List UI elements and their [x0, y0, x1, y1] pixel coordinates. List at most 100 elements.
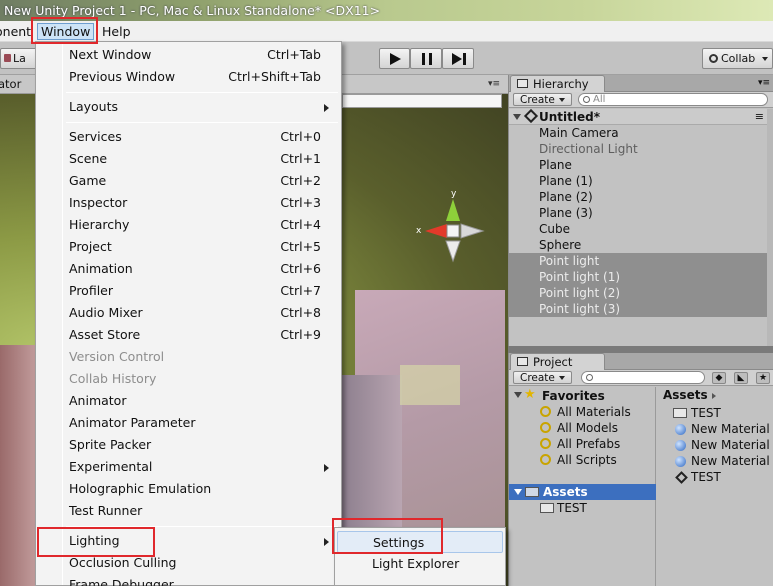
hierarchy-item[interactable]: Plane	[509, 157, 773, 173]
asset-item[interactable]: TEST	[691, 469, 721, 485]
panel-menu-icon[interactable]: ≡	[755, 109, 764, 125]
pause-button[interactable]	[410, 48, 442, 69]
hierarchy-panel: Hierarchy ▾≡ Create All Untitled* ≡ Main…	[508, 75, 773, 346]
search-icon	[540, 406, 551, 417]
panel-menu-icon[interactable]: ▾≡	[488, 79, 500, 89]
menu-item-experimental[interactable]: Experimental	[36, 456, 341, 478]
project-create-button[interactable]: Create	[513, 371, 572, 384]
favorite-star-icon[interactable]: ★	[756, 372, 770, 384]
menu-help[interactable]: Help	[99, 23, 134, 40]
window-dropdown-menu: Next Window Ctrl+Tab Previous Window Ctr…	[35, 41, 342, 586]
favorite-item[interactable]: All Scripts	[557, 452, 617, 468]
hierarchy-item[interactable]: Point light (3)	[509, 301, 773, 317]
hierarchy-item[interactable]: Cube	[509, 221, 773, 237]
hierarchy-scrollbar[interactable]	[767, 109, 773, 346]
menu-item-animator[interactable]: Animator	[36, 390, 341, 412]
favorite-item[interactable]: All Materials	[557, 404, 631, 420]
orientation-gizmo[interactable]: y x	[413, 187, 493, 267]
filter-label-icon[interactable]: ◣	[734, 372, 748, 384]
search-icon	[586, 374, 593, 381]
expand-arrow-icon[interactable]	[514, 489, 522, 495]
search-icon	[540, 454, 551, 465]
favorite-item[interactable]: All Models	[557, 420, 618, 436]
layers-button[interactable]: La	[0, 48, 40, 69]
menu-item-project[interactable]: Project Ctrl+5	[36, 236, 341, 258]
menu-item-next-window[interactable]: Next Window Ctrl+Tab	[36, 44, 341, 66]
step-button[interactable]	[442, 48, 474, 69]
layers-icon	[4, 54, 11, 62]
asset-folder-item[interactable]: TEST	[557, 500, 587, 516]
menu-item-previous-window[interactable]: Previous Window Ctrl+Shift+Tab	[36, 66, 341, 88]
material-sphere-icon	[675, 440, 686, 451]
filter-type-icon[interactable]: ◆	[712, 372, 726, 384]
panel-menu-icon[interactable]: ▾≡	[758, 78, 770, 88]
expand-arrow-icon[interactable]	[514, 392, 522, 398]
menu-separator	[66, 122, 338, 123]
gizmo-x-cone[interactable]	[425, 224, 447, 238]
menu-item-profiler[interactable]: Profiler Ctrl+7	[36, 280, 341, 302]
play-button[interactable]	[379, 48, 410, 69]
submenu-item-light-explorer[interactable]: Light Explorer	[337, 553, 503, 575]
hierarchy-item[interactable]: Plane (2)	[509, 189, 773, 205]
asset-item[interactable]: New Material 2	[691, 453, 773, 469]
chevron-down-icon	[558, 98, 565, 102]
expand-arrow-icon[interactable]	[513, 114, 521, 120]
menu-item-asset-store[interactable]: Asset Store Ctrl+9	[36, 324, 341, 346]
menu-item-game[interactable]: Game Ctrl+2	[36, 170, 341, 192]
favorites-header[interactable]: Favorites	[542, 388, 605, 404]
asset-item[interactable]: New Material	[691, 421, 770, 437]
animator-tab[interactable]: ator	[0, 77, 21, 91]
material-sphere-icon	[675, 424, 686, 435]
menu-item-scene[interactable]: Scene Ctrl+1	[36, 148, 341, 170]
menu-item-holographic-emulation[interactable]: Holographic Emulation	[36, 478, 341, 500]
hierarchy-item[interactable]: Point light	[509, 253, 773, 269]
hierarchy-item[interactable]: Point light (1)	[509, 269, 773, 285]
step-bar-icon	[463, 53, 466, 65]
hierarchy-item[interactable]: Plane (3)	[509, 205, 773, 221]
asset-item[interactable]: TEST	[691, 405, 721, 421]
menu-item-sprite-packer[interactable]: Sprite Packer	[36, 434, 341, 456]
hierarchy-create-button[interactable]: Create	[513, 93, 572, 106]
submenu-arrow-icon	[324, 464, 329, 472]
hierarchy-item[interactable]: Sphere	[509, 237, 773, 253]
menu-item-hierarchy[interactable]: Hierarchy Ctrl+4	[36, 214, 341, 236]
highlight-settings-item	[332, 518, 443, 554]
menu-item-services[interactable]: Services Ctrl+0	[36, 126, 341, 148]
menu-item-animation[interactable]: Animation Ctrl+6	[36, 258, 341, 280]
hierarchy-tab-bar: Hierarchy ▾≡	[509, 75, 773, 92]
assets-folder-row[interactable]: Assets	[509, 484, 656, 500]
hierarchy-item[interactable]: Plane (1)	[509, 173, 773, 189]
folder-icon	[540, 503, 554, 513]
hierarchy-scene-row[interactable]: Untitled* ≡	[509, 108, 773, 125]
asset-item[interactable]: New Material 1	[691, 437, 773, 453]
menu-separator	[66, 92, 338, 93]
scene-search-input[interactable]	[342, 94, 502, 108]
hierarchy-item[interactable]: Directional Light	[509, 141, 773, 157]
gizmo-y-cone[interactable]	[446, 199, 460, 221]
gizmo-neg-y-cone[interactable]	[445, 240, 461, 263]
project-search-input[interactable]	[581, 371, 705, 384]
menu-bar: onent Window Help	[0, 21, 773, 42]
hierarchy-search-input[interactable]: All	[578, 93, 768, 106]
hierarchy-toolbar: Create All	[509, 92, 773, 108]
menu-item-frame-debugger[interactable]: Frame Debugger	[36, 574, 341, 586]
project-tab[interactable]: Project	[510, 353, 605, 370]
menu-item-animator-parameter[interactable]: Animator Parameter	[36, 412, 341, 434]
favorite-item[interactable]: All Prefabs	[557, 436, 620, 452]
cloud-icon	[709, 54, 718, 63]
highlight-window-menu	[31, 17, 98, 44]
collab-button[interactable]: Collab	[702, 48, 773, 69]
menu-item-layouts[interactable]: Layouts	[36, 96, 341, 118]
project-tab-label: Project	[533, 355, 573, 369]
hierarchy-item[interactable]: Main Camera	[509, 125, 773, 141]
menu-item-test-runner[interactable]: Test Runner	[36, 500, 341, 522]
hierarchy-item[interactable]: Point light (2)	[509, 285, 773, 301]
menu-component[interactable]: onent	[0, 23, 34, 40]
highlight-lighting-item	[37, 527, 155, 557]
gizmo-neg-x-cone[interactable]	[460, 223, 485, 239]
gizmo-center-cube[interactable]	[446, 224, 460, 238]
hierarchy-tab[interactable]: Hierarchy	[510, 75, 605, 92]
list-icon	[517, 79, 528, 88]
menu-item-inspector[interactable]: Inspector Ctrl+3	[36, 192, 341, 214]
menu-item-audio-mixer[interactable]: Audio Mixer Ctrl+8	[36, 302, 341, 324]
